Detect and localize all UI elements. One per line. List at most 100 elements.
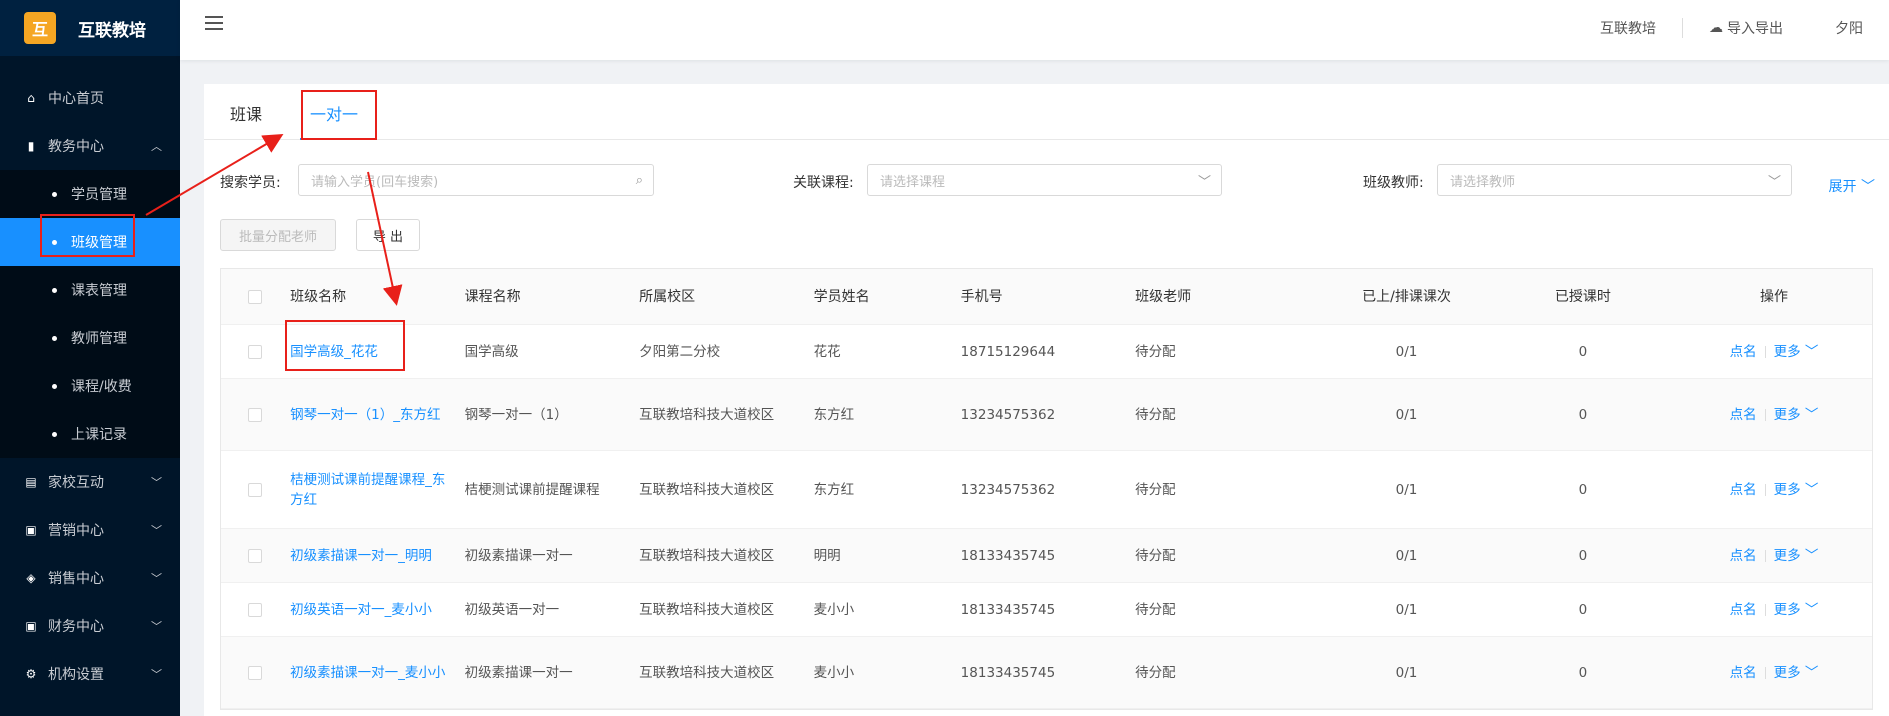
tab-bar: 班课 一对一 (204, 84, 1889, 140)
sidebar-item-home[interactable]: ⌂ 中心首页 (0, 74, 180, 122)
gear-icon: ⚙ (25, 667, 37, 681)
class-name-link[interactable]: 初级素描课一对一_麦小小 (290, 665, 445, 681)
course-name: 初级素描课一对一 (464, 664, 573, 681)
hours-taught: 0 (1578, 664, 1588, 681)
row-select-cell (221, 602, 282, 617)
col-header: 手机号 (960, 288, 1003, 305)
phone: 18715129644 (960, 343, 1056, 360)
rollcall-link[interactable]: 点名 (1730, 546, 1757, 566)
teacher-select[interactable]: 请选择教师 ﹀ (1437, 164, 1792, 196)
sessions: 0/1 (1395, 664, 1418, 681)
class-name-link[interactable]: 桔梗测试课前提醒课程_东方红 (290, 472, 445, 508)
student-name: 东方红 (813, 481, 855, 498)
row-select-cell (221, 548, 282, 563)
more-dropdown[interactable]: 更多 ﹀ (1774, 405, 1819, 425)
annotation-box-tab (301, 90, 377, 140)
rollcall-link[interactable]: 点名 (1730, 405, 1757, 425)
sidebar-item-settings[interactable]: ⚙ 机构设置 ﹀ (0, 650, 180, 698)
hours-taught: 0 (1578, 481, 1588, 498)
class-name-link[interactable]: 钢琴一对一（1）_东方红 (290, 407, 440, 423)
sidebar-item-label: 家校互动 (48, 475, 104, 491)
tab-group-class[interactable]: 班课 (230, 101, 262, 139)
gift-icon: ▣ (25, 523, 37, 537)
chevron-down-icon: ﹀ (151, 476, 162, 489)
sidebar-item-academic[interactable]: ▮ 教务中心 ︿ (0, 122, 180, 170)
campus: 夕阳第二分校 (639, 343, 721, 360)
sidebar-item-label: 营销中心 (48, 523, 104, 539)
rollcall-link[interactable]: 点名 (1730, 600, 1757, 620)
chevron-down-icon: ﹀ (151, 572, 162, 585)
batch-assign-teacher-button[interactable]: 批量分配老师 (220, 219, 336, 251)
table-header: 班级名称 课程名称 所属校区 学员姓名 手机号 班级老师 已上/排课课次 已授课… (221, 269, 1872, 325)
chevron-down-icon: ﹀ (1861, 179, 1875, 195)
class-teacher: 待分配 (1135, 343, 1176, 360)
class-name-link[interactable]: 初级素描课一对一_明明 (290, 548, 432, 564)
row-checkbox[interactable] (247, 548, 262, 563)
sidebar-item-sales[interactable]: ◈ 销售中心 ﹀ (0, 554, 180, 602)
divider (1764, 345, 1766, 358)
more-dropdown[interactable]: 更多 ﹀ (1774, 480, 1819, 500)
divider (1764, 549, 1766, 562)
sidebar-item-home-school[interactable]: ▤ 家校互动 ﹀ (0, 458, 180, 506)
sidebar: 互 互联教培 ⌂ 中心首页 ▮ 教务中心 ︿ 学员管理 班级管理 课表管理 教师… (0, 0, 180, 716)
rollcall-link[interactable]: 点名 (1730, 342, 1757, 362)
bullet-icon (52, 335, 57, 341)
hours-taught: 0 (1578, 343, 1588, 360)
sidebar-subitem-label: 学员管理 (71, 187, 127, 203)
org-switcher[interactable]: 互联教培 (1574, 18, 1682, 38)
class-name-link[interactable]: 初级英语一对一_麦小小 (290, 602, 432, 618)
expand-filters-button[interactable]: 展开 ﹀ (1829, 176, 1875, 196)
logo: 互 (24, 12, 56, 44)
chevron-down-icon: ﹀ (151, 668, 162, 681)
sidebar-subitem-students[interactable]: 学员管理 (0, 170, 180, 218)
col-header: 已上/排课课次 (1362, 288, 1451, 305)
content-card: 班课 一对一 搜索学员: 请输入学员(回车搜索) ⌕ 关联课程: 请选择课程 ﹀… (204, 84, 1889, 716)
brand: 互 互联教培 (0, 0, 180, 56)
row-checkbox[interactable] (247, 482, 262, 497)
sessions: 0/1 (1395, 547, 1418, 564)
class-table: 班级名称 课程名称 所属校区 学员姓名 手机号 班级老师 已上/排课课次 已授课… (220, 268, 1873, 710)
sidebar-subitem-label: 上课记录 (71, 427, 127, 443)
menu-fold-icon[interactable] (205, 16, 223, 32)
more-dropdown[interactable]: 更多 ﹀ (1774, 342, 1819, 362)
sidebar-item-label: 教务中心 (48, 139, 104, 155)
sidebar-item-label: 销售中心 (48, 571, 104, 587)
brand-name: 互联教培 (78, 20, 146, 41)
campus: 互联教培科技大道校区 (639, 547, 775, 564)
rollcall-link[interactable]: 点名 (1730, 663, 1757, 683)
sidebar-subitem-courses[interactable]: 课程/收费 (0, 362, 180, 410)
rollcall-link[interactable]: 点名 (1730, 480, 1757, 500)
row-checkbox[interactable] (247, 665, 262, 680)
more-dropdown[interactable]: 更多 ﹀ (1774, 663, 1819, 683)
row-checkbox[interactable] (247, 602, 262, 617)
teacher-label: 班级教师: (1363, 175, 1424, 191)
student-search-input[interactable]: 请输入学员(回车搜索) ⌕ (298, 164, 654, 196)
more-dropdown[interactable]: 更多 ﹀ (1774, 600, 1819, 620)
chevron-down-icon: ﹀ (1767, 174, 1781, 190)
user-menu[interactable]: 夕阳 (1809, 18, 1889, 38)
sidebar-subitem-label: 课表管理 (71, 283, 127, 299)
wallet-icon: ▣ (25, 619, 37, 633)
table-row: 桔梗测试课前提醒课程_东方红 桔梗测试课前提醒课程 互联教培科技大道校区 东方红 132… (221, 451, 1872, 529)
sidebar-item-marketing[interactable]: ▣ 营销中心 ﹀ (0, 506, 180, 554)
operations-cell: 点名 更多 ﹀ (1676, 546, 1872, 566)
course-select[interactable]: 请选择课程 ﹀ (867, 164, 1222, 196)
sidebar-subitem-teachers[interactable]: 教师管理 (0, 314, 180, 362)
more-dropdown[interactable]: 更多 ﹀ (1774, 546, 1819, 566)
row-checkbox[interactable] (247, 344, 262, 359)
export-button[interactable]: 导 出 (356, 219, 420, 251)
sidebar-menu: ⌂ 中心首页 ▮ 教务中心 ︿ 学员管理 班级管理 课表管理 教师管理 课程/收… (0, 74, 180, 698)
more-label: 更多 (1773, 406, 1801, 423)
phone: 13234575362 (960, 406, 1056, 423)
class-teacher: 待分配 (1135, 601, 1176, 618)
row-checkbox[interactable] (247, 407, 262, 422)
import-export-button[interactable]: ☁ 导入导出 (1683, 18, 1809, 38)
course-name: 国学高级 (464, 343, 519, 360)
sidebar-subitem-schedule[interactable]: 课表管理 (0, 266, 180, 314)
sidebar-subitem-records[interactable]: 上课记录 (0, 410, 180, 458)
sidebar-item-finance[interactable]: ▣ 财务中心 ﹀ (0, 602, 180, 650)
select-all-checkbox[interactable] (247, 289, 262, 304)
chevron-down-icon: ﹀ (1804, 547, 1819, 564)
sidebar-subitem-label: 教师管理 (71, 331, 127, 347)
expand-label: 展开 (1828, 179, 1857, 195)
